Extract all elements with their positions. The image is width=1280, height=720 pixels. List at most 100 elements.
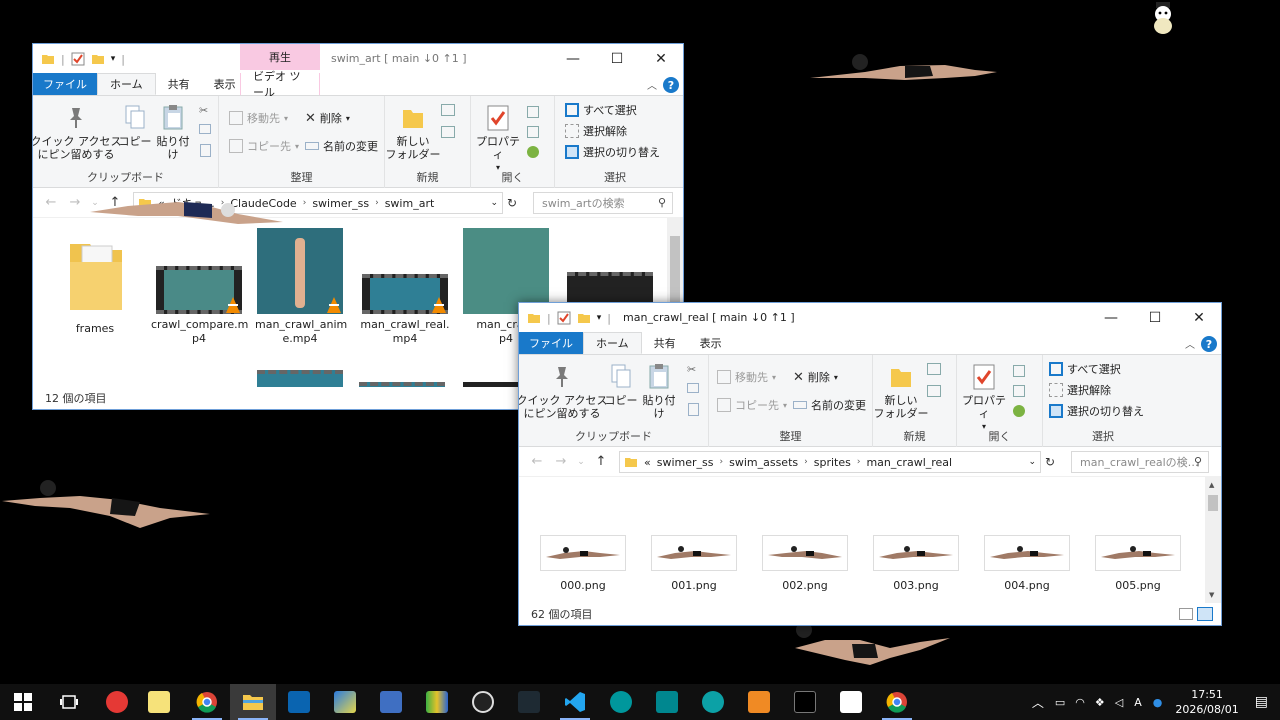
properties-icon[interactable] xyxy=(71,52,85,66)
tab-file[interactable]: ファイル xyxy=(519,332,583,354)
taskbar-arduino-ide[interactable] xyxy=(690,684,736,720)
tab-home[interactable]: ホーム xyxy=(97,73,156,95)
tab-share[interactable]: 共有 xyxy=(642,332,688,354)
taskbar-outlook[interactable] xyxy=(276,684,322,720)
chevron-right-icon[interactable]: › xyxy=(804,457,808,467)
maximize-button[interactable]: ☐ xyxy=(595,44,639,74)
taskbar-terminal[interactable] xyxy=(506,684,552,720)
taskbar-chrome-2[interactable] xyxy=(874,684,920,720)
chevron-down-icon[interactable]: ⌄ xyxy=(490,198,498,208)
history-icon[interactable] xyxy=(1013,405,1025,417)
tab-video-tools[interactable]: ビデオ ツール xyxy=(240,70,320,99)
taskbar-file-explorer[interactable] xyxy=(230,684,276,720)
breadcrumb-item[interactable]: sprites xyxy=(814,456,851,469)
help-icon[interactable]: ? xyxy=(663,77,679,93)
dropbox-icon[interactable]: ❖ xyxy=(1090,696,1110,709)
copy-button[interactable]: コピー xyxy=(117,104,153,148)
taskbar-app-inkscape[interactable] xyxy=(782,684,828,720)
vertical-scrollbar[interactable]: ▲ ▼ xyxy=(1205,477,1221,603)
notification-icon[interactable]: ▤ xyxy=(1247,694,1280,710)
easy-access-icon[interactable] xyxy=(441,126,455,138)
chevron-right-icon[interactable]: › xyxy=(375,198,379,208)
paste-shortcut-icon[interactable] xyxy=(688,403,699,416)
taskbar-obs[interactable] xyxy=(460,684,506,720)
volume-icon[interactable]: ◁ xyxy=(1110,696,1128,709)
breadcrumb-overflow[interactable]: « xyxy=(644,456,651,469)
delete-button[interactable]: ✕ 削除 ▾ xyxy=(305,110,350,126)
taskbar-app-a4[interactable] xyxy=(828,684,874,720)
breadcrumb-item[interactable]: swimer_ss xyxy=(657,456,714,469)
select-none-button[interactable]: 選択解除 xyxy=(565,123,627,139)
show-hidden-icons-icon[interactable]: ︿ xyxy=(1026,694,1050,711)
new-folder-button[interactable]: 新しい フォルダー xyxy=(874,363,929,420)
chevron-right-icon[interactable]: › xyxy=(857,457,861,467)
task-view-button[interactable] xyxy=(46,684,92,720)
open-icon[interactable] xyxy=(1013,365,1025,377)
close-button[interactable]: ✕ xyxy=(1177,303,1221,333)
new-item-icon[interactable] xyxy=(927,363,941,375)
properties-icon[interactable] xyxy=(557,311,571,325)
taskbar-chrome[interactable] xyxy=(184,684,230,720)
up-button[interactable]: ↑ xyxy=(591,454,611,469)
breadcrumb-item[interactable]: man_crawl_real xyxy=(866,456,952,469)
open-icon[interactable] xyxy=(527,106,539,118)
list-item[interactable]: crawl_compare.m p4 xyxy=(151,228,248,346)
breadcrumb-item[interactable]: swim_art xyxy=(385,197,435,210)
large-icons-view-icon[interactable] xyxy=(1197,607,1213,621)
copy-path-icon[interactable] xyxy=(687,383,699,393)
new-folder-icon[interactable] xyxy=(91,52,105,66)
easy-access-icon[interactable] xyxy=(927,385,941,397)
edit-icon[interactable] xyxy=(527,126,539,138)
new-item-icon[interactable] xyxy=(441,104,455,116)
select-all-button[interactable]: すべて選択 xyxy=(565,102,637,118)
list-item[interactable]: man_crawl_real. mp4 xyxy=(357,228,453,346)
cut-icon[interactable]: ✂ xyxy=(687,363,696,376)
paste-shortcut-icon[interactable] xyxy=(200,144,211,157)
rename-button[interactable]: 名前の変更 xyxy=(793,397,866,413)
select-none-button[interactable]: 選択解除 xyxy=(1049,382,1111,398)
list-item[interactable]: man_crawl_anim e.mp4 xyxy=(255,228,347,346)
properties-button[interactable]: プロパティ ▾ xyxy=(475,104,521,174)
minimize-button[interactable]: — xyxy=(551,44,595,74)
back-button[interactable]: ← xyxy=(41,195,61,210)
minimize-button[interactable]: — xyxy=(1089,303,1133,333)
edit-icon[interactable] xyxy=(1013,385,1025,397)
properties-button[interactable]: プロパティ ▾ xyxy=(961,363,1007,433)
copy-to-button[interactable]: コピー先 ▾ xyxy=(717,397,787,413)
clock[interactable]: 17:51 2026/08/01 xyxy=(1167,687,1246,717)
scroll-up-icon[interactable]: ▲ xyxy=(1209,481,1214,489)
history-icon[interactable] xyxy=(527,146,539,158)
chevron-right-icon[interactable]: › xyxy=(720,457,724,467)
invert-selection-button[interactable]: 選択の切り替え xyxy=(565,144,660,160)
new-folder-icon[interactable] xyxy=(577,311,591,325)
help-icon[interactable]: ? xyxy=(1201,336,1217,352)
context-tab-video-tools[interactable]: 再生 xyxy=(240,44,320,70)
pin-quick-access-button[interactable]: クイック アクセス にピン留めする xyxy=(519,363,607,420)
qat-dropdown-icon[interactable]: ▾ xyxy=(111,54,116,64)
taskbar-app-orange[interactable] xyxy=(736,684,782,720)
copy-to-button[interactable]: コピー先 ▾ xyxy=(229,138,299,154)
paste-button[interactable]: 貼り付け xyxy=(639,363,679,420)
search-input[interactable]: swim_artの検索 ⚲ xyxy=(533,192,673,214)
back-button[interactable]: ← xyxy=(527,454,547,469)
list-item[interactable]: 001.png xyxy=(644,535,744,593)
pin-quick-access-button[interactable]: クイック アクセス にピン留めする xyxy=(33,104,121,161)
cut-icon[interactable]: ✂ xyxy=(199,104,208,117)
address-bar[interactable]: « swimer_ss › swim_assets › sprites › man_c… xyxy=(619,451,1041,473)
edge-icon[interactable]: ● xyxy=(1148,696,1168,709)
search-input[interactable]: man_crawl_realの検… ⚲ xyxy=(1071,451,1209,473)
ime-indicator[interactable]: A xyxy=(1128,696,1148,709)
new-folder-button[interactable]: 新しい フォルダー xyxy=(386,104,441,161)
taskbar-app-red[interactable] xyxy=(94,684,140,720)
recent-dropdown[interactable]: ⌄ xyxy=(571,457,591,467)
tab-share[interactable]: 共有 xyxy=(156,73,202,95)
list-item[interactable]: 003.png xyxy=(866,535,966,593)
tab-file[interactable]: ファイル xyxy=(33,73,97,95)
chevron-right-icon[interactable]: › xyxy=(303,198,307,208)
qat-dropdown-icon[interactable]: ▾ xyxy=(597,313,602,323)
move-to-button[interactable]: 移動先 ▾ xyxy=(717,369,776,385)
battery-icon[interactable]: ▭ xyxy=(1050,696,1070,709)
list-item[interactable]: 000.png xyxy=(533,535,633,593)
details-view-icon[interactable] xyxy=(1179,608,1193,620)
list-item[interactable]: frames xyxy=(55,228,135,336)
